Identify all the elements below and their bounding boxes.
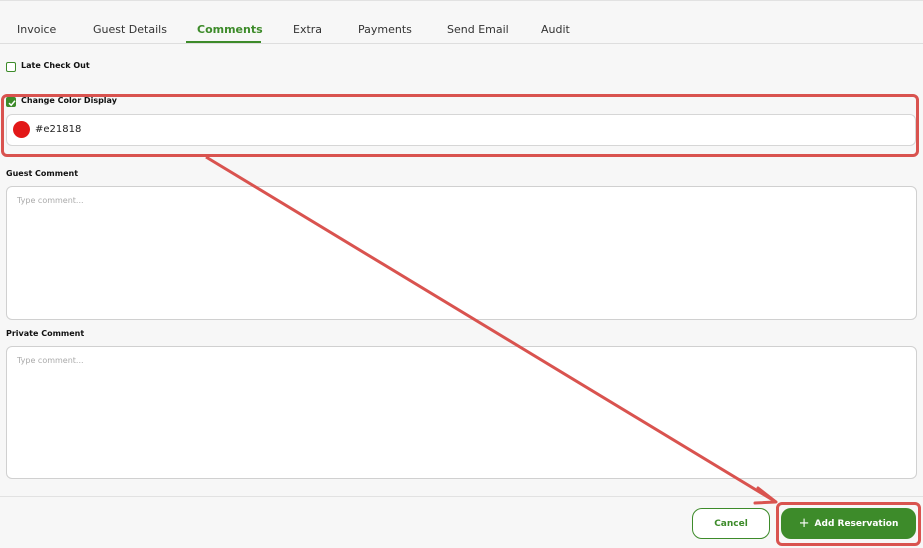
plus-icon: + xyxy=(798,516,810,531)
color-swatch[interactable] xyxy=(13,121,30,138)
tab-audit[interactable]: Audit xyxy=(541,23,570,36)
private-comment-label: Private Comment xyxy=(6,329,85,338)
tab-payments[interactable]: Payments xyxy=(358,23,412,36)
add-reservation-button[interactable]: + Add Reservation xyxy=(781,508,916,539)
tab-invoice[interactable]: Invoice xyxy=(17,23,56,36)
private-comment-input[interactable] xyxy=(6,346,917,479)
top-divider xyxy=(0,0,923,1)
color-picker-field[interactable]: #e21818 xyxy=(6,114,916,146)
footer-divider xyxy=(0,496,923,497)
tab-bar: Invoice Guest Details Comments Extra Pay… xyxy=(0,14,923,44)
cancel-button-label: Cancel xyxy=(714,518,748,529)
color-value: #e21818 xyxy=(35,124,82,135)
late-checkout-checkbox[interactable] xyxy=(6,62,16,72)
change-color-label: Change Color Display xyxy=(21,96,117,105)
guest-comment-input[interactable] xyxy=(6,186,917,320)
late-checkout-label: Late Check Out xyxy=(21,61,90,70)
tab-extra[interactable]: Extra xyxy=(293,23,322,36)
cancel-button[interactable]: Cancel xyxy=(692,508,770,539)
active-tab-indicator xyxy=(186,41,261,43)
tab-comments[interactable]: Comments xyxy=(197,23,263,36)
checkmark-icon xyxy=(8,100,16,107)
tab-send-email[interactable]: Send Email xyxy=(447,23,509,36)
guest-comment-label: Guest Comment xyxy=(6,169,79,178)
add-reservation-label: Add Reservation xyxy=(814,518,899,529)
change-color-checkbox[interactable] xyxy=(6,97,16,107)
tab-guest-details[interactable]: Guest Details xyxy=(93,23,167,36)
